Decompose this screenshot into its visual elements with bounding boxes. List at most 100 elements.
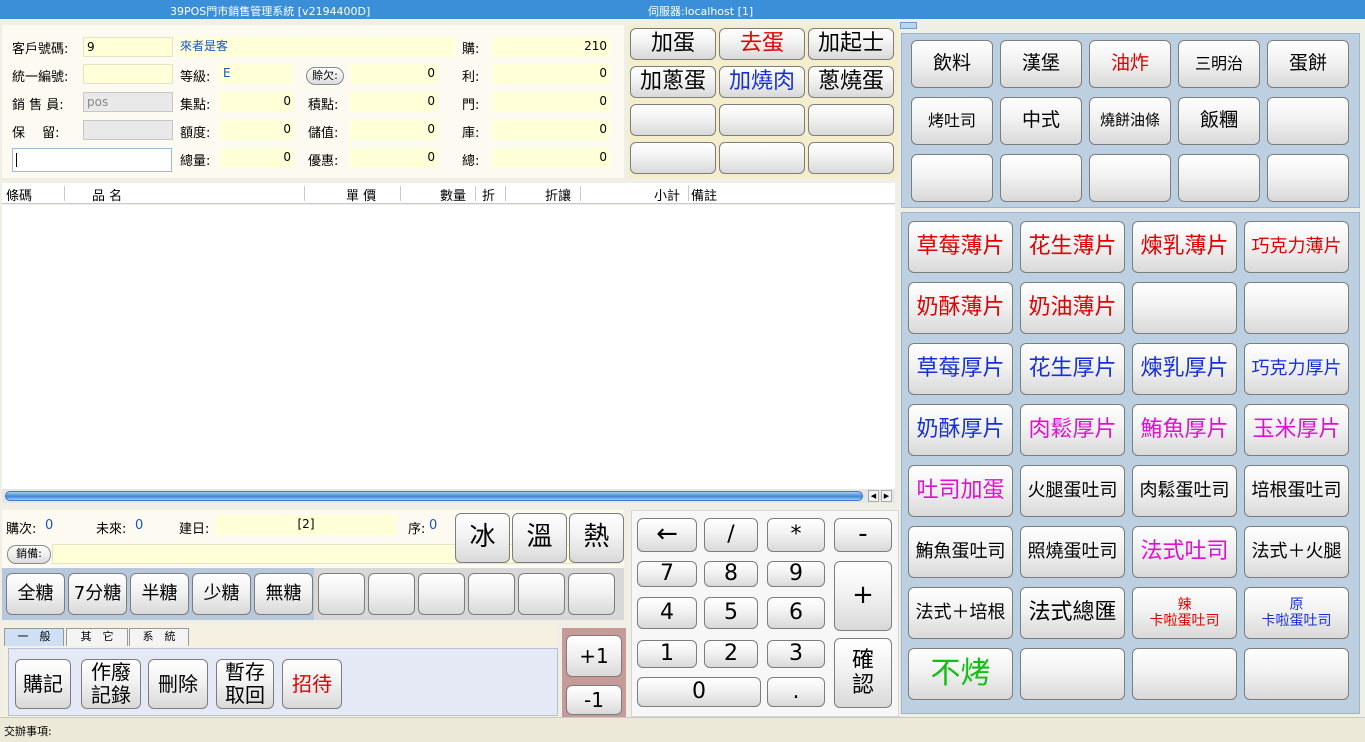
dot-button[interactable]: . [767, 677, 825, 707]
product-button[interactable] [1132, 648, 1237, 700]
product-button[interactable]: 原 卡啦蛋吐司 [1244, 587, 1349, 639]
digit-5-button[interactable]: 5 [704, 597, 758, 629]
sales-note-button[interactable]: 銷備: [7, 545, 51, 564]
temp-button[interactable]: 溫 [512, 513, 567, 563]
salesperson-field[interactable]: pos [83, 92, 173, 112]
digit-2-button[interactable]: 2 [704, 640, 758, 668]
product-button[interactable]: 鮪魚蛋吐司 [908, 526, 1013, 578]
digit-6-button[interactable]: 6 [767, 597, 825, 629]
product-button[interactable]: 吐司加蛋 [908, 465, 1013, 517]
sugar-button[interactable]: 全糖 [6, 573, 65, 615]
digit-4-button[interactable]: 4 [637, 597, 697, 629]
sugar-empty-button[interactable] [568, 573, 615, 615]
modifier-button[interactable]: 加燒肉 [719, 66, 805, 98]
product-button[interactable]: 玉米厚片 [1244, 404, 1349, 456]
category-button[interactable]: 漢堡 [1000, 40, 1082, 88]
product-button[interactable]: 培根蛋吐司 [1244, 465, 1349, 517]
category-button[interactable] [1000, 154, 1082, 202]
product-button[interactable] [1244, 648, 1349, 700]
category-button[interactable]: 飯糰 [1178, 97, 1260, 145]
col-discount-rate[interactable]: 折 [482, 185, 495, 204]
sugar-empty-button[interactable] [468, 573, 515, 615]
category-button[interactable]: 烤吐司 [911, 97, 993, 145]
modifier-button[interactable] [808, 104, 894, 136]
tab-other[interactable]: 其 它 [66, 628, 128, 646]
category-button[interactable]: 中式 [1000, 97, 1082, 145]
horizontal-scrollbar[interactable]: ◀ ▶ [2, 489, 895, 503]
digit-7-button[interactable]: 7 [637, 561, 697, 587]
product-button[interactable]: 照燒蛋吐司 [1020, 526, 1125, 578]
digit-1-button[interactable]: 1 [637, 640, 697, 668]
product-button[interactable]: 肉鬆厚片 [1020, 404, 1125, 456]
plus-button[interactable]: + [834, 561, 892, 631]
digit-9-button[interactable]: 9 [767, 561, 825, 587]
category-button[interactable] [1267, 154, 1349, 202]
sugar-button[interactable]: 無糖 [254, 573, 313, 615]
product-button[interactable]: 火腿蛋吐司 [1020, 465, 1125, 517]
category-button[interactable] [911, 154, 993, 202]
category-button[interactable] [1089, 154, 1171, 202]
customer-code-field[interactable]: 9 [83, 37, 173, 57]
product-button[interactable]: 奶酥薄片 [908, 282, 1013, 334]
credit-button[interactable]: 賒欠: [306, 67, 344, 85]
hold-field[interactable] [83, 120, 173, 140]
backspace-button[interactable]: ← [637, 518, 697, 552]
product-button[interactable]: 法式＋火腿 [1244, 526, 1349, 578]
product-button[interactable]: 奶油薄片 [1020, 282, 1125, 334]
action-button[interactable]: 作廢 記錄 [81, 659, 141, 709]
sugar-empty-button[interactable] [518, 573, 565, 615]
modifier-button[interactable]: 加蔥蛋 [630, 66, 716, 98]
action-button[interactable]: 購記 [15, 659, 71, 709]
category-button[interactable] [1178, 154, 1260, 202]
category-button[interactable]: 燒餅油條 [1089, 97, 1171, 145]
action-button[interactable]: 暫存 取回 [216, 659, 274, 709]
scroll-left-icon[interactable]: ◀ [868, 490, 879, 502]
modifier-button[interactable] [630, 104, 716, 136]
order-grid-body[interactable] [2, 205, 895, 490]
product-button[interactable]: 草莓厚片 [908, 343, 1013, 395]
col-note[interactable]: 備註 [691, 185, 717, 204]
plus-one-button[interactable]: +1 [566, 635, 622, 677]
modifier-button[interactable] [808, 142, 894, 174]
sugar-empty-button[interactable] [368, 573, 415, 615]
action-button[interactable]: 刪除 [148, 659, 208, 709]
temp-button[interactable]: 冰 [455, 513, 510, 563]
splitter-handle[interactable] [900, 22, 917, 29]
barcode-input[interactable] [12, 148, 172, 172]
modifier-button[interactable]: 蔥燒蛋 [808, 66, 894, 98]
scroll-right-icon[interactable]: ▶ [881, 490, 892, 502]
digit-8-button[interactable]: 8 [704, 561, 758, 587]
product-button[interactable]: 法式＋培根 [908, 587, 1013, 639]
temp-button[interactable]: 熱 [569, 513, 624, 563]
product-button[interactable]: 鮪魚厚片 [1132, 404, 1237, 456]
digit-3-button[interactable]: 3 [767, 640, 825, 668]
confirm-button[interactable]: 確 認 [834, 638, 892, 708]
modifier-button[interactable]: 去蛋 [719, 28, 805, 60]
scrollbar-thumb[interactable] [5, 491, 863, 501]
col-price[interactable]: 單 價 [346, 185, 376, 204]
product-button[interactable] [1132, 282, 1237, 334]
category-button[interactable]: 三明治 [1178, 40, 1260, 88]
sugar-empty-button[interactable] [318, 573, 365, 615]
product-button[interactable]: 不烤 [908, 648, 1013, 700]
modifier-button[interactable]: 加蛋 [630, 28, 716, 60]
sugar-button[interactable]: 7分糖 [68, 573, 127, 615]
category-button[interactable]: 蛋餅 [1267, 40, 1349, 88]
product-button[interactable] [1020, 648, 1125, 700]
tab-system[interactable]: 系 統 [129, 628, 189, 646]
divide-button[interactable]: / [704, 518, 758, 552]
category-button[interactable]: 飲料 [911, 40, 993, 88]
minus-one-button[interactable]: -1 [566, 685, 622, 715]
product-button[interactable]: 法式吐司 [1132, 526, 1237, 578]
tab-general[interactable]: 一 般 [4, 628, 64, 646]
product-button[interactable] [1244, 282, 1349, 334]
action-button[interactable]: 招待 [282, 659, 342, 709]
product-button[interactable]: 奶酥厚片 [908, 404, 1013, 456]
col-name[interactable]: 品 名 [92, 185, 122, 204]
sugar-empty-button[interactable] [418, 573, 465, 615]
col-barcode[interactable]: 條碼 [6, 185, 32, 204]
product-button[interactable]: 草莓薄片 [908, 221, 1013, 273]
modifier-button[interactable] [719, 104, 805, 136]
modifier-button[interactable] [630, 142, 716, 174]
digit-0-button[interactable]: 0 [637, 677, 761, 707]
